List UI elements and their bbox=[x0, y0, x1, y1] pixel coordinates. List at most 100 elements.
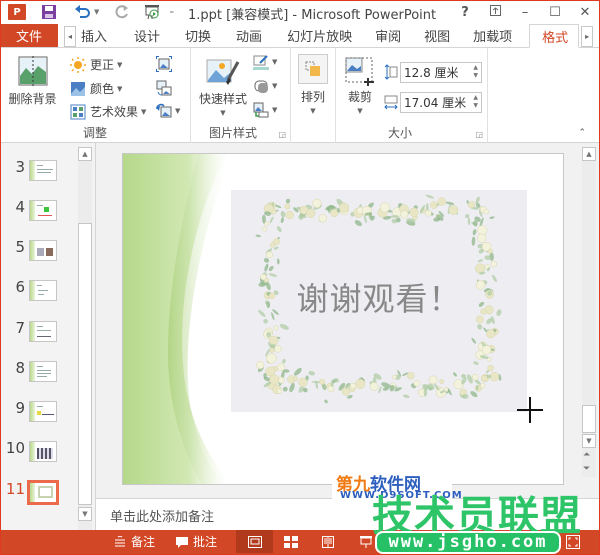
wreath-flower bbox=[339, 202, 350, 213]
wreath-flower bbox=[284, 203, 291, 210]
slide-thumbnail[interactable]: 9 bbox=[0, 399, 78, 429]
slide-thumbnail[interactable]: 6 bbox=[0, 278, 78, 308]
crop-button[interactable]: 裁剪 ▼ bbox=[342, 56, 378, 115]
slide-thumbnail[interactable]: 3 bbox=[0, 158, 78, 188]
group-arrange: 排列 ▼ bbox=[291, 48, 336, 143]
notes-placeholder: 单击此处添加备注 bbox=[110, 510, 215, 525]
wreath-flower bbox=[477, 233, 487, 243]
ribbon-display-options-button[interactable] bbox=[480, 4, 510, 20]
tab-file[interactable]: 文件 bbox=[0, 24, 58, 47]
quick-styles-button[interactable]: 快速样式 ▼ bbox=[197, 58, 249, 117]
wreath-flower bbox=[269, 374, 280, 385]
wreath-flower bbox=[379, 202, 390, 213]
notes-toggle-button[interactable]: 备注 bbox=[114, 530, 155, 553]
tab-design[interactable]: 设计 bbox=[118, 24, 171, 47]
maximize-button[interactable]: ☐ bbox=[540, 5, 570, 20]
window-title: 1.ppt [兼容模式] - Microsoft PowerPoint bbox=[188, 8, 437, 23]
slide-sorter-button[interactable] bbox=[284, 530, 298, 553]
collapse-ribbon-icon[interactable]: ⌃ bbox=[578, 128, 586, 138]
scroll-up-button[interactable]: ▲ bbox=[78, 147, 92, 161]
tab-transitions[interactable]: 切换 bbox=[171, 24, 222, 47]
customize-quick-access-icon[interactable]: ₌ bbox=[169, 7, 174, 17]
wreath-flower bbox=[293, 376, 299, 382]
slide-thumbnail[interactable]: 5 bbox=[0, 238, 78, 268]
wreath-flower bbox=[486, 329, 496, 339]
next-slide-button[interactable]: ⏷ bbox=[583, 465, 590, 474]
wreath-leaf bbox=[425, 194, 435, 199]
change-picture-button[interactable] bbox=[156, 80, 172, 96]
minimize-button[interactable]: – bbox=[510, 5, 540, 20]
slide-editor: 谢谢观看！ ▲ ▼ ⏶ ⏷ bbox=[95, 143, 600, 498]
previous-slide-button[interactable]: ⏶ bbox=[583, 451, 590, 460]
scrollbar-thumb[interactable] bbox=[78, 223, 92, 505]
slide-thumbnail-selected[interactable]: 11 bbox=[0, 480, 78, 510]
chevron-down-icon: ▼ bbox=[117, 60, 123, 69]
slide-thumbnail[interactable]: 10 bbox=[0, 439, 78, 469]
powerpoint-logo-icon[interactable]: P bbox=[6, 2, 28, 22]
help-button[interactable]: ? bbox=[450, 5, 480, 20]
remove-background-button[interactable]: 删除背景 bbox=[5, 56, 60, 107]
slides-pane-scrollbar[interactable]: ▲ ▼ bbox=[78, 147, 92, 530]
width-spinner[interactable]: ▲ ▼ bbox=[473, 94, 478, 110]
compress-pictures-button[interactable] bbox=[156, 56, 172, 72]
slide-thumbnail[interactable]: 8 bbox=[0, 359, 78, 389]
picture-layout-icon bbox=[253, 102, 269, 118]
picture-border-button[interactable]: ▼ bbox=[253, 54, 277, 70]
tab-addins[interactable]: 加载项 bbox=[461, 24, 523, 47]
save-icon[interactable] bbox=[38, 2, 60, 22]
comments-toggle-button[interactable]: 批注 bbox=[176, 530, 217, 553]
tab-scroll-right-button[interactable]: ▸ bbox=[581, 26, 594, 47]
height-field[interactable]: 12.8 厘米 ▲ ▼ bbox=[400, 62, 482, 83]
dialog-launcher-icon[interactable]: ◲ bbox=[278, 130, 286, 139]
slide-thumbnail[interactable]: 4 bbox=[0, 198, 78, 228]
normal-view-button[interactable] bbox=[236, 530, 273, 553]
scroll-down-button[interactable]: ▼ bbox=[78, 507, 92, 521]
ribbon: 删除背景 更正 ▼ 颜色 ▼ 艺术效果 ▼ ▼ 调整 快速样式 ▼ ▼ ▼ ▼ … bbox=[0, 48, 600, 143]
redo-icon[interactable] bbox=[111, 2, 133, 22]
wreath-leaf bbox=[279, 324, 289, 330]
tab-animations[interactable]: 动画 bbox=[222, 24, 273, 47]
editor-scrollbar[interactable]: ▲ ▼ ⏶ ⏷ bbox=[582, 147, 596, 477]
scroll-up-button[interactable]: ▲ bbox=[582, 147, 596, 161]
undo-dropdown-icon[interactable]: ▼ bbox=[94, 8, 99, 16]
tab-review[interactable]: 审阅 bbox=[363, 24, 412, 47]
scroll-down-button[interactable]: ▼ bbox=[582, 434, 596, 448]
wreath-leaf bbox=[282, 358, 286, 364]
reset-picture-button[interactable]: ▼ bbox=[156, 103, 180, 119]
width-field[interactable]: 17.04 厘米 ▲ ▼ bbox=[400, 92, 482, 113]
picture-effects-button[interactable]: ▼ bbox=[253, 78, 277, 94]
tab-slideshow[interactable]: 幻灯片放映 bbox=[273, 24, 363, 47]
wreath-flower bbox=[264, 221, 270, 227]
chevron-down-icon: ▼ bbox=[272, 82, 278, 90]
slideshow-button[interactable] bbox=[360, 530, 372, 553]
wreath-flower bbox=[392, 374, 397, 380]
reading-view-button[interactable] bbox=[322, 530, 334, 553]
height-spinner[interactable]: ▲ ▼ bbox=[473, 64, 478, 80]
tab-format[interactable]: 格式 bbox=[529, 24, 580, 48]
corrections-button[interactable]: 更正 ▼ bbox=[70, 56, 122, 73]
flower-frame-picture[interactable]: 谢谢观看！ bbox=[231, 190, 527, 412]
wreath-flower bbox=[269, 335, 279, 346]
present-from-start-icon[interactable] bbox=[141, 2, 163, 22]
undo-icon[interactable] bbox=[72, 2, 94, 22]
artistic-effects-button[interactable]: 艺术效果 ▼ bbox=[70, 103, 146, 120]
wreath-leaf bbox=[453, 372, 457, 377]
wreath-flower bbox=[448, 205, 459, 215]
wreath-flower bbox=[413, 380, 421, 387]
wreath-flower bbox=[400, 210, 409, 219]
tab-scroll-left-button[interactable]: ◂ bbox=[64, 26, 76, 47]
chevron-down-icon: ▼ bbox=[272, 106, 278, 114]
wreath-flower bbox=[273, 325, 279, 331]
scrollbar-thumb[interactable] bbox=[582, 405, 596, 433]
arrange-button[interactable]: 排列 ▼ bbox=[295, 54, 331, 115]
tab-insert[interactable]: 插入 bbox=[79, 24, 118, 47]
color-button[interactable]: 颜色 ▼ bbox=[70, 80, 122, 97]
window-controls: ? – ☐ ✕ bbox=[450, 0, 600, 24]
close-button[interactable]: ✕ bbox=[570, 5, 600, 20]
dialog-launcher-icon[interactable]: ◲ bbox=[475, 130, 483, 139]
current-slide[interactable]: 谢谢观看！ bbox=[122, 153, 564, 485]
slide-thumbnail[interactable]: 7 bbox=[0, 319, 78, 349]
wreath-flower bbox=[477, 225, 488, 236]
picture-layout-button[interactable]: ▼ bbox=[253, 102, 277, 118]
tab-view[interactable]: 视图 bbox=[412, 24, 461, 47]
